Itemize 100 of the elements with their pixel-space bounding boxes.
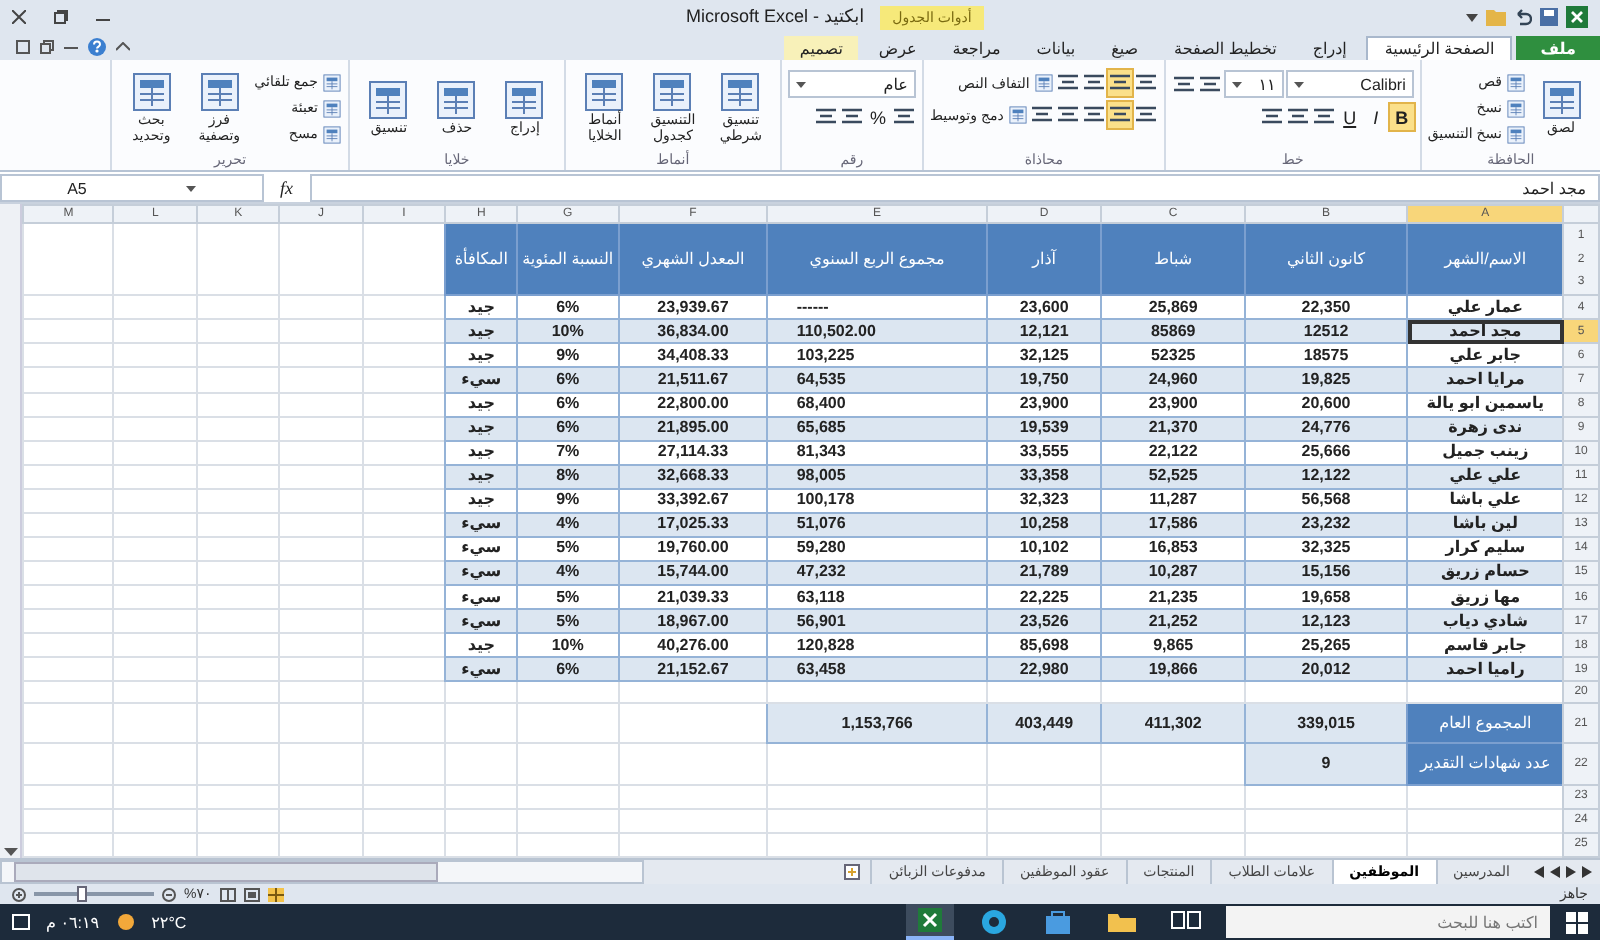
undo-icon[interactable] bbox=[1514, 8, 1532, 26]
function-label[interactable]: fx bbox=[264, 178, 309, 198]
table-cell: سيء bbox=[445, 536, 518, 561]
table-cell: جيد bbox=[445, 440, 518, 465]
table-cell: 9% bbox=[517, 488, 619, 513]
plus-icon[interactable] bbox=[12, 887, 26, 901]
search-field[interactable]: اكتب هنا للبحث bbox=[1226, 906, 1550, 938]
table-cell: 10,287 bbox=[1101, 560, 1245, 586]
column-heading: المكافأة bbox=[445, 223, 518, 296]
horizontal-scrollbar[interactable] bbox=[0, 860, 644, 884]
lines-icon[interactable] bbox=[1171, 71, 1196, 97]
table-cell: 17,025.33 bbox=[618, 512, 768, 537]
summary-label: المجموع العام bbox=[1407, 703, 1564, 744]
table-cell: زينب جميل bbox=[1407, 440, 1564, 465]
table-cell: 10% bbox=[517, 319, 619, 344]
ribbon-tab[interactable]: تخطيط الصفحة bbox=[1158, 36, 1293, 60]
lines-icon[interactable] bbox=[1197, 71, 1222, 97]
table-cell: 68,400 bbox=[767, 392, 987, 417]
ribbon-tab[interactable]: تصميم bbox=[783, 36, 859, 60]
ribbon-tab[interactable]: ملف bbox=[1516, 36, 1600, 60]
column-heading: النسبة المئوية bbox=[517, 223, 619, 296]
format-button[interactable]: I bbox=[1363, 104, 1388, 130]
formula-field[interactable]: مجد احمد bbox=[309, 174, 1600, 202]
table-cell: 21,789 bbox=[986, 560, 1102, 586]
table-cell: 22,122 bbox=[1101, 440, 1245, 465]
close-icon[interactable] bbox=[12, 10, 26, 24]
summary-label: عدد شهادات التقدير bbox=[1407, 743, 1564, 785]
table-cell: مرايا احمد bbox=[1407, 367, 1564, 393]
taskbar-app-icon[interactable] bbox=[906, 904, 954, 940]
corner-cell[interactable] bbox=[1563, 205, 1599, 224]
summary-cell: 403,449 bbox=[986, 703, 1102, 744]
column-heading: المعدل الشهري bbox=[618, 223, 768, 296]
table-cell: 27,114.33 bbox=[618, 440, 768, 465]
ribbon-tab[interactable]: مراجعة bbox=[936, 36, 1017, 60]
save-icon[interactable] bbox=[1540, 8, 1558, 26]
format-button[interactable]: U bbox=[1337, 104, 1362, 130]
table-cell: علي علي bbox=[1407, 464, 1564, 489]
caret-icon[interactable] bbox=[116, 42, 130, 52]
sheet-icon bbox=[434, 79, 479, 119]
table-cell: علي باشا bbox=[1407, 488, 1564, 513]
windows-logo-icon[interactable] bbox=[1566, 911, 1588, 933]
table-cell: 12,121 bbox=[986, 319, 1102, 344]
page-view-icon[interactable] bbox=[219, 887, 236, 901]
column-heading: مجموع الربع السنوي bbox=[767, 223, 987, 296]
table-cell: سيء bbox=[445, 609, 518, 634]
lines-icon[interactable] bbox=[1107, 102, 1132, 128]
ribbon-tab[interactable]: عرض bbox=[862, 36, 933, 60]
table-cell: 5% bbox=[517, 609, 619, 634]
table-cell: 4% bbox=[517, 512, 619, 537]
summary-cell: 339,015 bbox=[1244, 703, 1408, 744]
column-heading: الاسم/الشهر bbox=[1407, 223, 1564, 296]
ribbon-tab[interactable]: الصفحة الرئيسية bbox=[1366, 36, 1513, 60]
summary-cell: 1,153,766 bbox=[767, 703, 987, 744]
table-cell: 19,760.00 bbox=[618, 536, 768, 561]
dropdown-arrow-icon[interactable] bbox=[1466, 13, 1478, 21]
table-cell: مجد احمد bbox=[1407, 319, 1564, 344]
table-cell: 98,005 bbox=[767, 464, 987, 489]
ribbon-tab[interactable]: إدراج bbox=[1296, 36, 1363, 60]
table-cell: 32,323 bbox=[986, 488, 1102, 513]
caret-icon bbox=[795, 81, 806, 87]
table-cell: 22,800.00 bbox=[618, 392, 768, 417]
table-cell: سيء bbox=[445, 560, 518, 586]
sheet-icon bbox=[321, 125, 342, 143]
format-button[interactable]: % bbox=[865, 104, 890, 130]
dropdown-field[interactable]: Calibri bbox=[1285, 70, 1414, 98]
layout-view-icon[interactable] bbox=[243, 887, 260, 901]
restore-icon[interactable] bbox=[40, 40, 54, 54]
format-button[interactable]: B bbox=[1389, 104, 1414, 130]
table-cell: 10,258 bbox=[986, 512, 1102, 537]
table-cell: 33,555 bbox=[986, 440, 1102, 465]
restore-icon[interactable] bbox=[54, 10, 68, 24]
window-icon[interactable] bbox=[16, 40, 30, 54]
table-cell: 23,900 bbox=[1101, 392, 1245, 417]
notification-icon[interactable] bbox=[12, 913, 30, 931]
help-icon[interactable] bbox=[88, 38, 106, 56]
table-cell: جيد bbox=[445, 416, 518, 441]
dropdown-field[interactable]: عام bbox=[787, 70, 916, 98]
weather-text[interactable]: ٢٢°C bbox=[151, 913, 187, 931]
sheet-icon bbox=[129, 71, 174, 111]
column-heading: كانون الثاني bbox=[1244, 223, 1408, 296]
slider-thumb[interactable] bbox=[77, 886, 87, 902]
ribbon-tab[interactable]: صيغ bbox=[1095, 36, 1155, 60]
sheet-icon bbox=[321, 99, 342, 117]
minus-icon[interactable] bbox=[162, 887, 176, 901]
sheet-icon bbox=[1506, 99, 1526, 117]
dropdown-field[interactable]: ١١ bbox=[1223, 70, 1284, 98]
new-sheet-icon[interactable] bbox=[844, 864, 863, 880]
clock[interactable]: ٠٦:١٩ م bbox=[46, 913, 100, 931]
table-cell: 8% bbox=[517, 464, 619, 489]
down-arrow-icon[interactable] bbox=[1, 846, 20, 858]
sheet-icon bbox=[1033, 74, 1054, 92]
ribbon-tab[interactable]: بيانات bbox=[1020, 36, 1092, 60]
table-cell: 7% bbox=[517, 440, 619, 465]
normal-view-icon[interactable] bbox=[267, 887, 284, 901]
vertical-scrollbar[interactable] bbox=[0, 204, 22, 858]
name-box[interactable]: A5 bbox=[0, 174, 264, 202]
table-cell: 33,392.67 bbox=[618, 488, 768, 513]
lines-icon[interactable] bbox=[1107, 70, 1132, 96]
table-cell: 12512 bbox=[1244, 319, 1408, 344]
table-cell: 85869 bbox=[1101, 319, 1245, 344]
